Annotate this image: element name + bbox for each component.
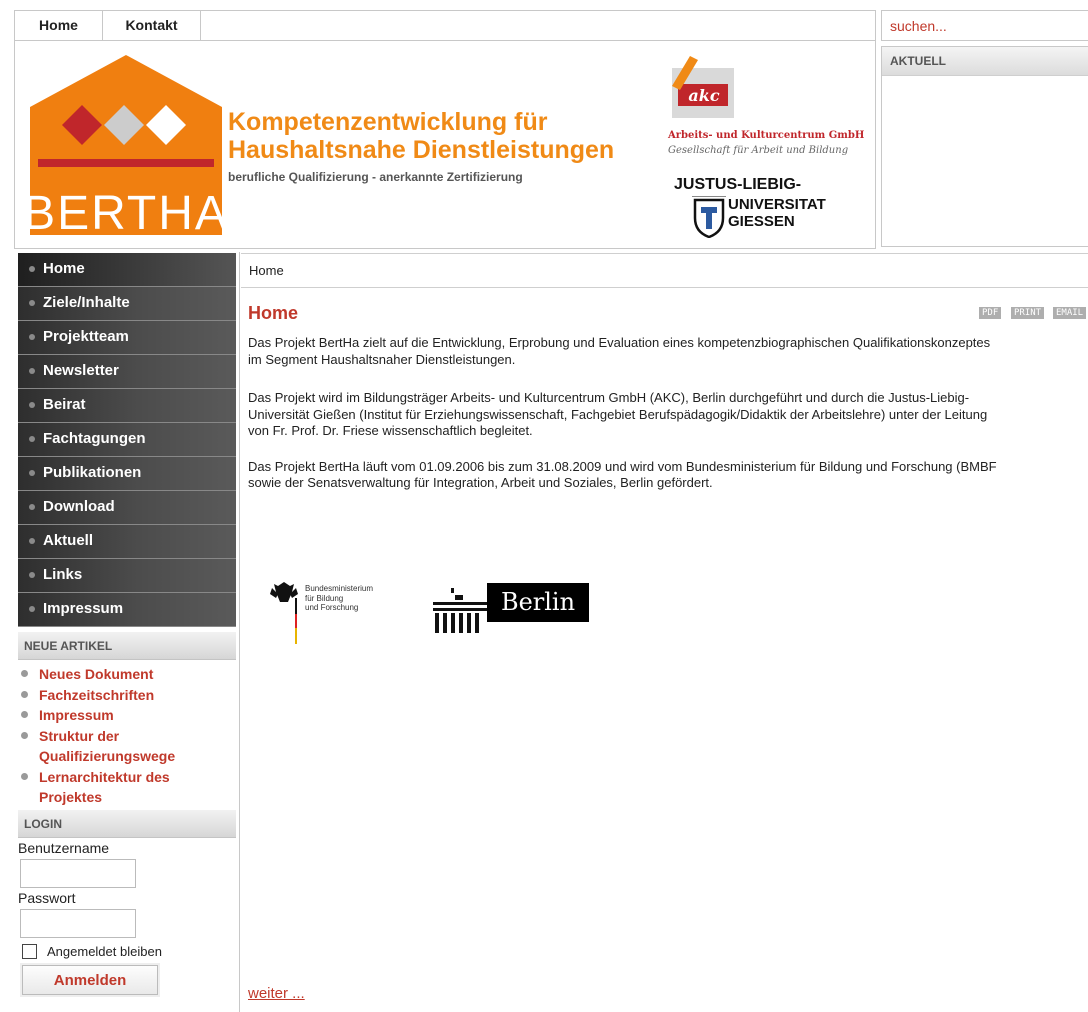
sidebar-item-fachtagungen[interactable]: Fachtagungen [18, 423, 236, 457]
bullet-icon [21, 711, 28, 718]
aktuell-title: AKTUELL [882, 47, 1088, 76]
username-label: Benutzername [18, 840, 110, 856]
login-title: LOGIN [18, 810, 236, 838]
sidebar-item-beirat[interactable]: Beirat [18, 389, 236, 423]
sidebar-item-impressum[interactable]: Impressum [18, 593, 236, 627]
new-article-link[interactable]: Lernarchitektur des Projektes [18, 767, 236, 808]
bullet-icon [29, 436, 35, 442]
topnav-kontakt-link[interactable]: Kontakt [103, 11, 201, 40]
bullet-icon [29, 470, 35, 476]
breadcrumb: Home [241, 253, 1088, 288]
bullet-icon [29, 402, 35, 408]
search-box [881, 10, 1088, 41]
jlu-university: UNIVERSITAT GIESSEN [728, 196, 826, 230]
remember-row: Angemeldet bleiben [18, 944, 236, 959]
sidebar-item-newsletter[interactable]: Newsletter [18, 355, 236, 389]
bullet-icon [29, 504, 35, 510]
top-navigation: Home Kontakt [14, 10, 876, 41]
remember-checkbox[interactable] [22, 944, 37, 959]
login-panel: LOGIN Benutzername Passwort Angemeldet b… [18, 810, 236, 997]
jlu-name: JUSTUS-LIEBIG- [674, 176, 802, 193]
password-label: Passwort [18, 890, 76, 906]
pdf-button[interactable]: PDF [979, 307, 1002, 319]
akc-subtitle: Gesellschaft für Arbeit und Bildung [668, 145, 849, 156]
bullet-icon [21, 670, 28, 677]
bmbf-logo-text: Bundesministerium für Bildung und Forsch… [305, 584, 374, 612]
sidebar-item-publikationen[interactable]: Publikationen [18, 457, 236, 491]
eagle-icon [270, 582, 298, 644]
article-body: Das Projekt BertHa zielt auf die Entwick… [248, 335, 1088, 514]
page-title: Home [248, 303, 299, 323]
login-button[interactable]: Anmelden [20, 963, 160, 997]
print-button[interactable]: PRINT [1011, 307, 1045, 319]
sidebar-item-home[interactable]: Home [18, 253, 236, 287]
bertha-logo-text: BERTHA [30, 187, 225, 237]
column-divider [239, 252, 240, 1012]
paragraph: Das Projekt BertHa läuft vom 01.09.2006 … [248, 458, 997, 491]
bullet-icon [29, 334, 35, 340]
new-articles-title: NEUE ARTIKEL [18, 632, 236, 660]
sidebar-item-projektteam[interactable]: Projektteam [18, 321, 236, 355]
bullet-icon [21, 731, 28, 739]
new-article-link[interactable]: Struktur der Qualifizierungswege [18, 726, 236, 767]
topnav-home-link[interactable]: Home [15, 11, 103, 40]
password-input[interactable] [20, 909, 136, 938]
new-article-link[interactable]: Impressum [18, 705, 236, 726]
bullet-icon [29, 606, 35, 612]
header-title: Kompetenzentwicklung für Haushaltsnahe D… [228, 108, 615, 164]
bertha-logo: BERTHA [30, 55, 225, 237]
new-article-link[interactable]: Neues Dokument [18, 664, 236, 685]
bullet-icon [29, 538, 35, 544]
bullet-icon [29, 300, 35, 306]
sidebar-item-download[interactable]: Download [18, 491, 236, 525]
bullet-icon [29, 266, 35, 272]
new-articles-panel: NEUE ARTIKEL Neues Dokument Fachzeitschr… [18, 632, 236, 808]
bullet-icon [29, 572, 35, 578]
berlin-logo: Berlin [487, 583, 589, 622]
sidebar-item-aktuell[interactable]: Aktuell [18, 525, 236, 559]
jlu-shield-icon [692, 196, 726, 238]
email-button[interactable]: EMAIL [1053, 307, 1087, 319]
username-input[interactable] [20, 859, 136, 888]
new-article-link[interactable]: Fachzeitschriften [18, 685, 236, 706]
aktuell-panel: AKTUELL [881, 46, 1088, 247]
paragraph: Das Projekt BertHa zielt auf die Entwick… [248, 335, 991, 367]
search-input[interactable] [882, 11, 1088, 40]
paragraph: Das Projekt wird im Bildungsträger Arbei… [248, 390, 988, 438]
bullet-icon [21, 772, 28, 780]
sidebar-menu: Home Ziele/Inhalte Projektteam Newslette… [18, 253, 236, 627]
sidebar-item-links[interactable]: Links [18, 559, 236, 593]
breadcrumb-home: Home [249, 263, 284, 278]
berlin-bear-gate-icon [433, 588, 487, 633]
remember-label: Angemeldet bleiben [47, 944, 162, 959]
bullet-icon [29, 368, 35, 374]
svg-text:akc: akc [688, 86, 719, 105]
akc-name: Arbeits- und Kulturcentrum GmbH [668, 130, 865, 141]
read-more-link[interactable]: weiter ... [248, 985, 305, 1002]
akc-logo: akc [672, 56, 734, 118]
bullet-icon [21, 690, 28, 698]
header-subtitle: berufliche Qualifizierung - anerkannte Z… [228, 170, 523, 184]
sidebar-item-ziele-inhalte[interactable]: Ziele/Inhalte [18, 287, 236, 321]
